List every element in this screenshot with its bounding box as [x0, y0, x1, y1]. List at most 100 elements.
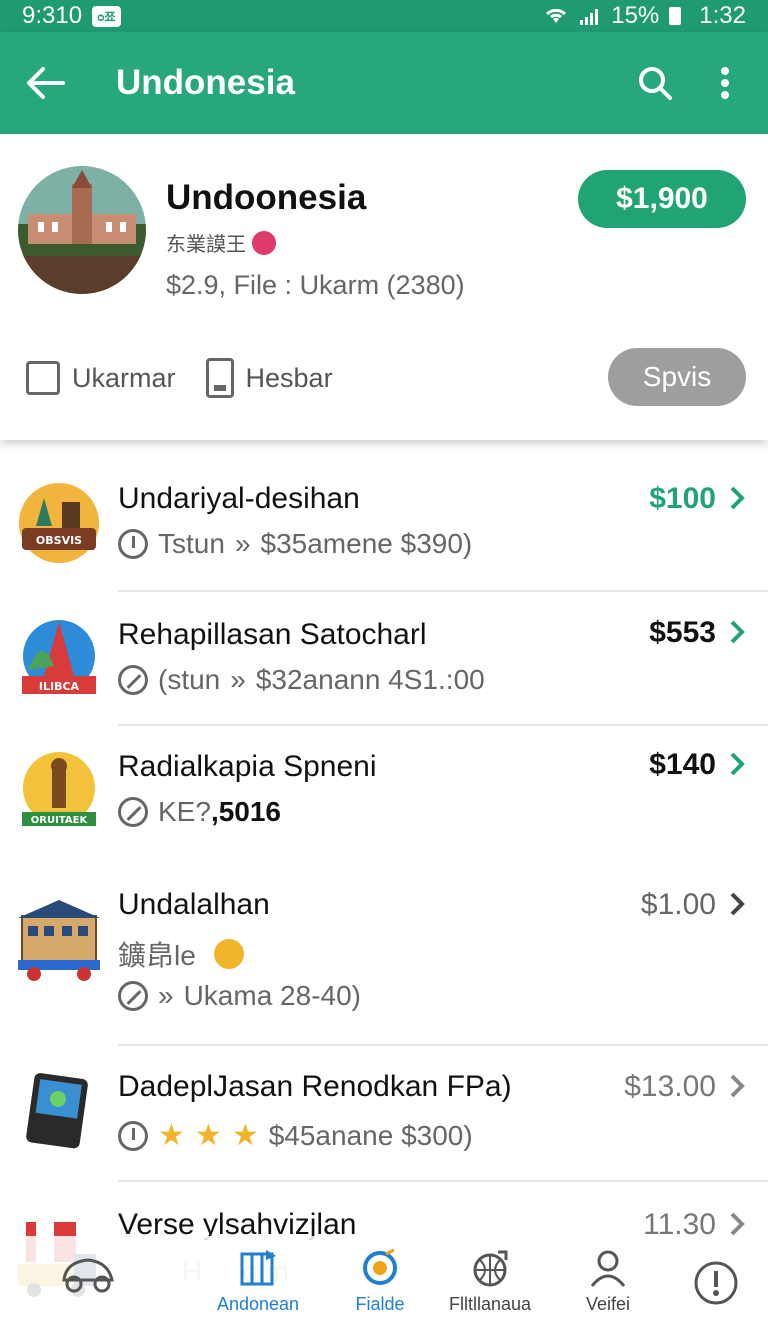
back-button[interactable] — [0, 32, 90, 134]
avatar — [18, 166, 146, 294]
item-name: DadeplJasan Renodkan FPa) — [118, 1070, 512, 1103]
status-time-right: 1:32 — [699, 2, 746, 29]
nav-andonean[interactable]: Andonean — [198, 1248, 318, 1338]
item-meta-1: (stun — [158, 664, 221, 695]
chevron-right-icon — [730, 1212, 745, 1236]
chevron-right-icon — [730, 620, 745, 644]
star-icon: ★ — [194, 1119, 222, 1152]
item-meta: (stun » $32anann 4S1.:00 — [118, 664, 485, 696]
price-button[interactable]: $1,900 — [578, 170, 746, 228]
chevron-right-icon — [730, 486, 745, 510]
item-name: Undariyal-desihan — [118, 482, 360, 515]
star-icon: ★ — [231, 1119, 259, 1152]
more-button[interactable] — [690, 48, 760, 118]
list-item[interactable]: DadeplJasan Renodkan FPa) ★ ★ ★ $45anane… — [0, 1046, 768, 1182]
battery-icon — [669, 7, 682, 25]
page-title: Undonesia — [116, 63, 295, 102]
option-ukarmar[interactable]: Ukarmar — [26, 361, 176, 395]
no-entry-icon — [118, 665, 148, 695]
item-name: Rehapillasan Satocharl — [118, 618, 427, 651]
nav-fialde-label: Fialde — [355, 1294, 405, 1314]
globe-icon — [473, 1250, 508, 1287]
option-ukarmar-label: Ukarmar — [72, 362, 176, 393]
item-meta-2: $35amene $390) — [260, 528, 473, 559]
more-vert-icon — [721, 67, 729, 99]
nav-veifei[interactable]: Veifei — [548, 1248, 668, 1338]
status-bar: 9:310 ᴑ쬬 15% 1:32 — [0, 0, 768, 32]
item-meta-1: $45anane $300) — [268, 1119, 473, 1151]
spvis-button[interactable]: Spvis — [608, 348, 746, 406]
nav-fialde[interactable]: Fialde — [320, 1248, 440, 1338]
checkbox-icon — [26, 361, 60, 395]
nav-flltllanaua[interactable]: Flltllanaua — [430, 1248, 550, 1338]
car-icon — [62, 1258, 114, 1293]
item-price: $553 — [649, 616, 716, 649]
item-meta-2: ,5016 — [210, 796, 282, 827]
item-thumb-icon: ILIBCA — [22, 620, 96, 694]
item-thumb-icon: OBSVIS — [19, 483, 99, 563]
nav-andonean-label: Andonean — [216, 1294, 300, 1314]
item-sub: 鑛皍le — [118, 934, 244, 974]
no-entry-icon — [118, 981, 148, 1011]
nav-car[interactable] — [28, 1248, 148, 1338]
chevron-right-icon — [730, 1074, 745, 1098]
item-price: $100 — [649, 482, 716, 515]
item-meta: ★ ★ ★ $45anane $300) — [118, 1118, 473, 1153]
nav-info[interactable] — [656, 1248, 768, 1338]
profile-subtitle-text: 东業謨王 — [166, 234, 246, 256]
item-price: $140 — [649, 748, 716, 781]
svg-text:OBSVIS: OBSVIS — [36, 534, 82, 547]
app-bar: Undonesia — [0, 32, 768, 134]
item-name: Undalalhan — [118, 888, 270, 921]
svg-text:ILIBCA: ILIBCA — [39, 680, 80, 693]
bottom-nav: Andonean Fialde Flltllanaua Veifei — [0, 1236, 768, 1344]
no-entry-icon — [118, 797, 148, 827]
app-root: 9:310 ᴑ쬬 15% 1:32 Undonesia Undoonesia 东… — [0, 0, 768, 1344]
item-meta-1: Ukama 28-40) — [183, 980, 361, 1011]
item-thumb-icon — [18, 900, 100, 981]
phone-thumb-icon — [26, 1073, 88, 1149]
signal-icon — [580, 9, 599, 25]
search-button[interactable] — [620, 48, 690, 118]
battery-percent: 15% — [611, 2, 660, 29]
arrow-back-icon — [27, 67, 65, 99]
item-price: $13.00 — [624, 1070, 716, 1103]
profile-subtitle: 东業謨王 — [166, 228, 276, 257]
item-meta: KE? ,5016 — [118, 796, 281, 828]
star-icon: ★ — [158, 1119, 185, 1152]
search-icon — [639, 67, 672, 100]
phone-icon — [205, 358, 234, 398]
item-name: Radialkapia Spneni — [118, 750, 377, 783]
verified-badge-icon — [252, 230, 276, 255]
option-hesbar-label: Hesbar — [245, 362, 333, 393]
item-meta-1: Tstun — [158, 528, 225, 559]
list-item[interactable]: ILIBCA Rehapillasan Satocharl (stun » $3… — [0, 592, 768, 726]
item-price: $1.00 — [640, 888, 716, 921]
status-badge: ᴑ쬬 — [92, 5, 121, 27]
double-chevron-icon: » — [234, 528, 251, 559]
map-flag-icon — [240, 1250, 276, 1286]
person-icon — [590, 1250, 626, 1287]
wifi-icon — [546, 8, 567, 23]
profile-name: Undoonesia — [166, 178, 367, 217]
double-chevron-icon: » — [158, 980, 174, 1011]
item-meta-1: KE? — [158, 796, 211, 827]
clock-icon — [118, 529, 148, 559]
option-hesbar[interactable]: Hesbar — [205, 358, 333, 398]
nav-flltllanaua-label: Flltllanaua — [448, 1294, 532, 1314]
item-thumb-icon: ORUITAEK — [22, 752, 96, 826]
svg-text:ORUITAEK: ORUITAEK — [31, 815, 89, 826]
list-item[interactable]: OBSVIS Undariyal-desihan Tstun » $35amen… — [0, 456, 768, 592]
list-item[interactable]: ORUITAEK Radialkapia Spneni KE? ,5016 $1… — [0, 726, 768, 864]
clock-icon — [118, 1120, 148, 1151]
item-meta: Tstun » $35amene $390) — [118, 528, 472, 560]
item-sub-text: 鑛皍le — [118, 940, 196, 971]
chevron-right-icon — [730, 892, 745, 916]
status-time-left: 9:310 — [22, 2, 83, 29]
item-meta-2: $32anann 4S1.:00 — [255, 664, 485, 695]
profile-card: Undoonesia 东業謨王 $2.9, File : Ukarm (2380… — [0, 134, 768, 440]
double-chevron-icon: » — [230, 664, 246, 695]
target-icon — [363, 1248, 397, 1285]
palace-image — [18, 166, 146, 294]
list-item[interactable]: Undalalhan 鑛皍le » Ukama 28-40) $1.00 — [0, 864, 768, 1046]
